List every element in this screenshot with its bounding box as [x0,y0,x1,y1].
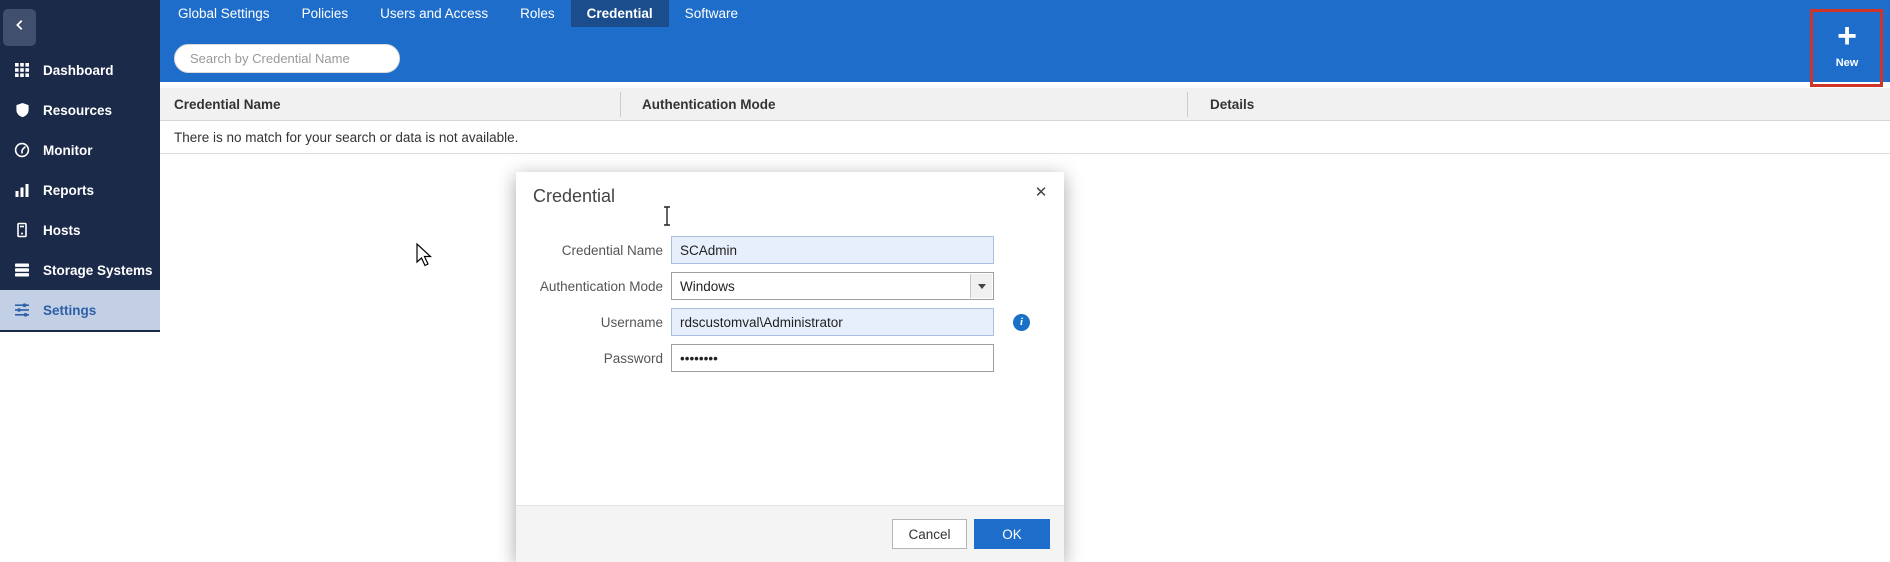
credential-name-row: Credential Name [516,236,994,264]
sidebar-item-storage-systems[interactable]: Storage Systems [0,250,160,290]
sidebar-item-settings[interactable]: Settings [0,290,160,330]
tab-policies[interactable]: Policies [286,0,365,27]
plus-icon: + [1837,20,1857,52]
sidebar-item-label: Settings [43,303,96,318]
table-empty-message: There is no match for your search or dat… [160,121,1890,154]
username-label: Username [516,315,663,330]
grid-icon [13,61,31,79]
column-header-credential-name[interactable]: Credential Name [174,88,281,121]
sidebar-item-label: Reports [43,183,94,198]
table-header-row: Credential Name Authentication Mode Deta… [160,88,1890,121]
gauge-icon [13,141,31,159]
shield-icon [13,101,31,119]
cancel-button[interactable]: Cancel [892,519,967,549]
new-button[interactable]: + New [1815,8,1879,80]
tab-software[interactable]: Software [669,0,754,27]
ok-button[interactable]: OK [974,519,1050,549]
authentication-mode-select[interactable]: Windows [671,272,994,300]
column-divider [1187,92,1188,117]
settings-tabs: Global Settings Policies Users and Acces… [160,0,1890,27]
sidebar-item-label: Monitor [43,143,93,158]
new-button-label: New [1836,57,1859,69]
search-input[interactable] [174,44,400,73]
host-icon [13,221,31,239]
tab-users-and-access[interactable]: Users and Access [364,0,504,27]
credential-dialog: Credential ✕ Credential Name Authenticat… [516,172,1064,562]
sidebar: Dashboard Resources Monitor Reports Host… [0,0,160,332]
info-icon[interactable]: i [1013,314,1030,331]
chevron-left-icon [13,18,27,37]
sidebar-nav: Dashboard Resources Monitor Reports Host… [0,50,160,330]
sidebar-item-label: Hosts [43,223,81,238]
username-row: Username i [516,308,1030,336]
authentication-mode-value: Windows [680,279,735,294]
credential-name-field[interactable] [671,236,994,264]
username-field[interactable] [671,308,994,336]
tab-roles[interactable]: Roles [504,0,571,27]
tab-global-settings[interactable]: Global Settings [162,0,286,27]
sidebar-item-resources[interactable]: Resources [0,90,160,130]
dropdown-arrow-button[interactable] [970,274,992,298]
sidebar-item-reports[interactable]: Reports [0,170,160,210]
sidebar-item-label: Dashboard [43,63,114,78]
password-field[interactable] [671,344,994,372]
dialog-title: Credential [533,186,615,207]
password-label: Password [516,351,663,366]
chevron-down-icon [978,284,986,289]
authentication-mode-row: Authentication Mode Windows [516,272,994,300]
close-icon[interactable]: ✕ [1030,182,1052,204]
sliders-icon [13,301,31,319]
sidebar-item-monitor[interactable]: Monitor [0,130,160,170]
password-row: Password [516,344,994,372]
authentication-mode-label: Authentication Mode [516,279,663,294]
column-header-authentication-mode[interactable]: Authentication Mode [642,88,776,121]
column-divider [620,92,621,117]
back-button[interactable] [3,9,36,46]
bar-chart-icon [13,181,31,199]
credential-name-label: Credential Name [516,243,663,258]
sidebar-item-hosts[interactable]: Hosts [0,210,160,250]
sidebar-item-label: Storage Systems [43,263,153,278]
storage-icon [13,261,31,279]
dialog-footer: Cancel OK [516,505,1064,562]
column-header-details[interactable]: Details [1210,88,1254,121]
mouse-cursor [416,243,434,267]
sidebar-item-dashboard[interactable]: Dashboard [0,50,160,90]
tab-credential[interactable]: Credential [571,0,669,27]
sidebar-item-label: Resources [43,103,112,118]
top-navigation-bar: Global Settings Policies Users and Acces… [160,0,1890,82]
